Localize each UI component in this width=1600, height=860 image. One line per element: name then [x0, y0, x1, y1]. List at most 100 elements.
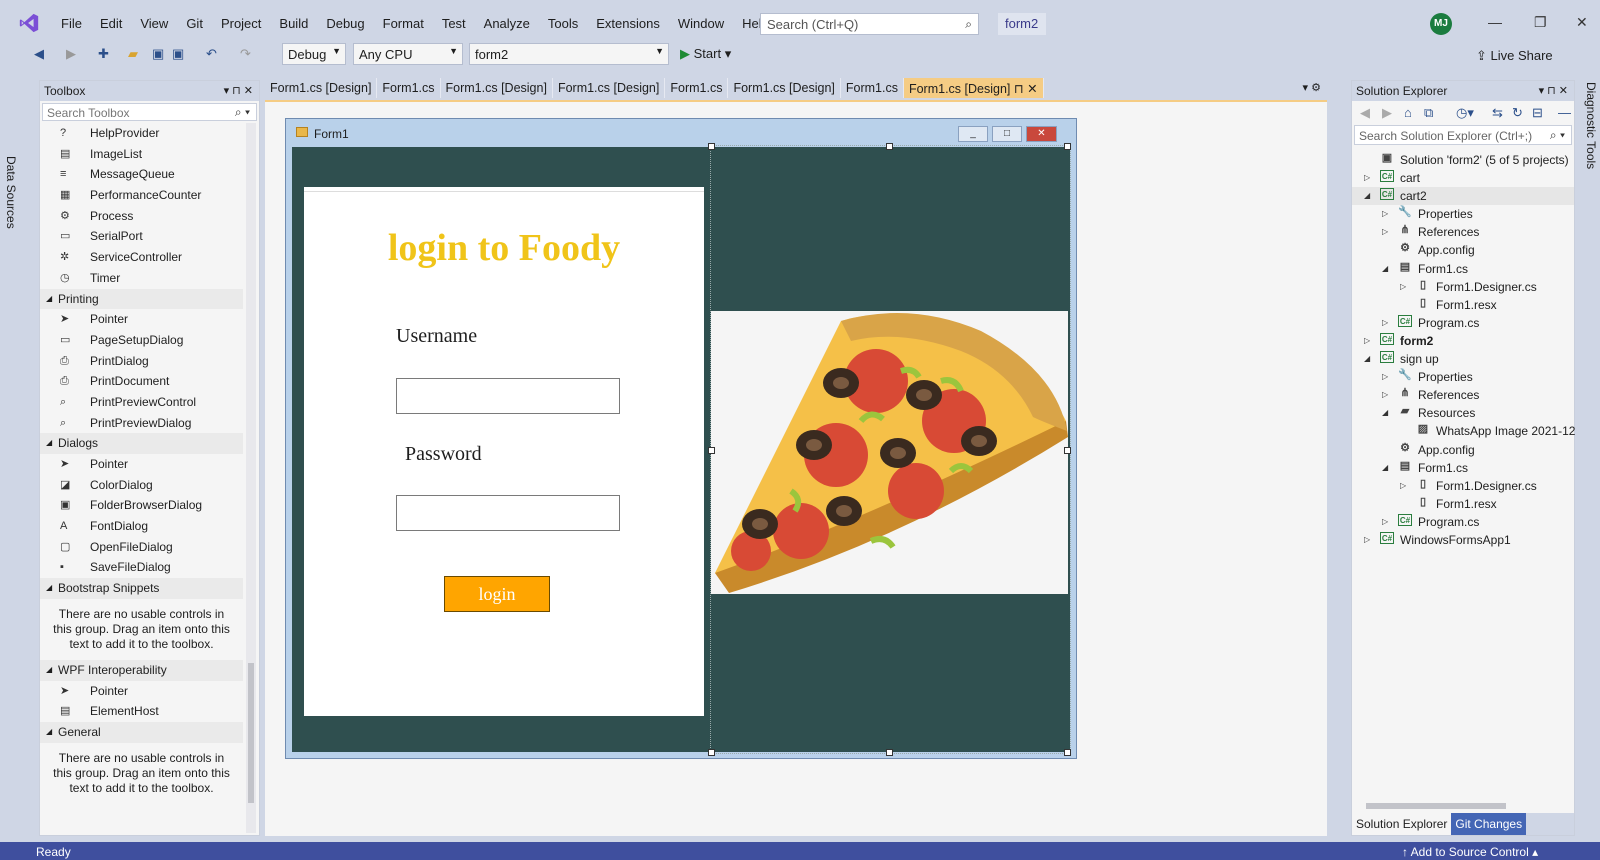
expander-icon[interactable]: ▷	[1382, 314, 1388, 332]
live-share-button[interactable]: ⇪ Live Share	[1476, 48, 1553, 64]
expand-icon[interactable]: ◢	[46, 433, 52, 453]
document-tab[interactable]: Form1.cs [Design]	[265, 78, 378, 98]
toolbox-item[interactable]: ▦ PerformanceCounter	[40, 185, 243, 206]
tree-node[interactable]: ◢ C# sign up	[1352, 350, 1574, 368]
toolbox-item[interactable]: ✲ ServiceController	[40, 247, 243, 268]
expand-icon[interactable]: ◢	[46, 660, 52, 680]
forward-icon[interactable]: ▶	[66, 46, 76, 62]
switch-views-icon[interactable]: ⧉	[1424, 105, 1433, 121]
menu-debug[interactable]: Debug	[317, 16, 373, 31]
tree-node[interactable]: ▨ WhatsApp Image 2021-12	[1352, 422, 1576, 440]
expand-icon[interactable]: ◢	[46, 722, 52, 742]
close-icon[interactable]: ⊓ ✕	[1010, 82, 1038, 96]
menu-file[interactable]: File	[52, 16, 91, 31]
visual-studio-logo-icon[interactable]	[18, 12, 40, 34]
back-icon[interactable]: ◀	[1360, 105, 1370, 121]
toolbox-item[interactable]: ⌕ PrintPreviewDialog	[40, 413, 243, 434]
resize-handle[interactable]	[1064, 143, 1071, 150]
tree-node[interactable]: ▷ C# WindowsFormsApp1	[1352, 531, 1574, 549]
resize-handle[interactable]	[708, 143, 715, 150]
resize-handle[interactable]	[1064, 749, 1071, 756]
toolbox-item[interactable]: ⎙ PrintDocument	[40, 371, 243, 392]
menu-project[interactable]: Project	[212, 16, 270, 31]
menu-git[interactable]: Git	[177, 16, 212, 31]
expander-icon[interactable]: ▷	[1364, 169, 1370, 187]
expander-icon[interactable]: ▷	[1364, 531, 1370, 549]
menu-tools[interactable]: Tools	[539, 16, 587, 31]
menu-analyze[interactable]: Analyze	[475, 16, 539, 31]
toolbox-item[interactable]: ➤ Pointer	[40, 309, 243, 330]
toolbox-item[interactable]: ▢ OpenFileDialog	[40, 537, 243, 558]
username-textbox[interactable]	[396, 378, 620, 414]
avatar[interactable]: MJ	[1430, 13, 1452, 35]
toolbox-group[interactable]: ◢ WPF Interoperability	[40, 659, 243, 681]
toolbox-item[interactable]: ▪ SaveFileDialog	[40, 557, 243, 578]
resize-handle[interactable]	[708, 749, 715, 756]
toolbox-item[interactable]: ▭ PageSetupDialog	[40, 330, 243, 351]
form-window[interactable]: Form1 _ □ ✕ login to Foody Username Pass…	[285, 118, 1077, 759]
toolbox-item[interactable]: A FontDialog	[40, 516, 243, 537]
document-tab[interactable]: Form1.cs [Design]	[728, 78, 841, 98]
platform-select[interactable]: Any CPU ▼	[353, 43, 463, 65]
home-icon[interactable]: ⌂	[1404, 105, 1412, 120]
menu-edit[interactable]: Edit	[91, 16, 131, 31]
menu-test[interactable]: Test	[433, 16, 475, 31]
tree-node[interactable]: ▷ 🔧 Properties	[1352, 205, 1574, 223]
toolbox-item[interactable]: ▤ ElementHost	[40, 701, 243, 722]
login-button[interactable]: login	[444, 576, 550, 612]
save-all-icon[interactable]: ▣	[172, 46, 184, 62]
toolbox-item[interactable]: ▭ SerialPort	[40, 226, 243, 247]
add-to-source-control-button[interactable]: ↑ Add to Source Control ▴	[1402, 845, 1538, 859]
tab-overflow-icon[interactable]: ▾ ⚙	[1303, 81, 1321, 94]
form-close-button[interactable]: ✕	[1026, 126, 1057, 142]
tree-node[interactable]: ⚙ App.config	[1352, 441, 1574, 459]
toolbox-item[interactable]: ◪ ColorDialog	[40, 475, 243, 496]
menu-view[interactable]: View	[131, 16, 177, 31]
data-sources-tab[interactable]: Data Sources	[4, 156, 18, 229]
open-folder-icon[interactable]: ▰	[128, 46, 138, 62]
login-panel[interactable]: login to Foody Username Password login	[304, 187, 704, 716]
start-button[interactable]: ▶ Start ▾	[680, 46, 731, 62]
resize-handle[interactable]	[886, 143, 893, 150]
tree-node[interactable]: ▯ Form1.resx	[1352, 296, 1574, 314]
picture-box[interactable]	[711, 311, 1068, 594]
toolbox-group[interactable]: ◢ Printing	[40, 288, 243, 310]
document-tab[interactable]: Form1.cs	[377, 78, 441, 98]
expand-icon[interactable]: ◢	[46, 289, 52, 309]
toolbox-scrollbar[interactable]	[246, 123, 256, 833]
document-tab[interactable]: Form1.cs	[665, 78, 729, 98]
forward-icon[interactable]: ▶	[1382, 105, 1392, 121]
tab-solution-explorer[interactable]: Solution Explorer	[1352, 813, 1452, 835]
tree-node[interactable]: ▷ ⋔ References	[1352, 386, 1574, 404]
expander-icon[interactable]: ◢	[1364, 350, 1370, 368]
toolbox-item[interactable]: ▣ FolderBrowserDialog	[40, 495, 243, 516]
toolbox-item[interactable]: ➤ Pointer	[40, 454, 243, 475]
tree-node[interactable]: ▷ C# cart	[1352, 169, 1574, 187]
toolbox-search-input[interactable]: Search Toolbox ⌕ ▾	[42, 103, 257, 121]
document-tab[interactable]: Form1.cs [Design]	[552, 78, 666, 98]
toolbox-item[interactable]: ➤ Pointer	[40, 681, 243, 702]
tree-node[interactable]: ◢ ▤ Form1.cs	[1352, 459, 1574, 477]
pending-changes-icon[interactable]: ◷▾	[1456, 105, 1474, 121]
new-project-icon[interactable]: ✚	[98, 46, 109, 62]
toolbox-item[interactable]: ▤ ImageList	[40, 144, 243, 165]
expander-icon[interactable]: ◢	[1382, 459, 1388, 477]
scrollbar-thumb[interactable]	[1366, 803, 1506, 809]
collapse-all-icon[interactable]: ⊟	[1532, 105, 1543, 121]
diagnostic-tools-tab[interactable]: Diagnostic Tools	[1584, 82, 1598, 169]
toolbox-group[interactable]: ◢ Bootstrap Snippets	[40, 578, 243, 599]
tree-node[interactable]: ▷ 🔧 Properties	[1352, 368, 1574, 386]
tree-node[interactable]: ▷ ▯ Form1.Designer.cs	[1352, 278, 1574, 296]
save-icon[interactable]: ▣	[152, 46, 164, 62]
form-maximize-button[interactable]: □	[992, 126, 1022, 142]
horizontal-scrollbar[interactable]	[1356, 801, 1570, 811]
panel-controls-icon[interactable]: ▾ ⊓ ✕	[224, 84, 253, 97]
properties-icon[interactable]: —	[1558, 105, 1571, 120]
tree-node[interactable]: ◢ ▤ Form1.cs	[1352, 260, 1574, 278]
tab-git-changes[interactable]: Git Changes	[1451, 813, 1527, 835]
toolbox-group[interactable]: ◢ Dialogs	[40, 433, 243, 454]
search-input[interactable]: Search (Ctrl+Q) ⌕	[760, 13, 979, 35]
expander-icon[interactable]: ▷	[1382, 386, 1388, 404]
resize-handle[interactable]	[1064, 447, 1071, 454]
document-tab[interactable]: Form1.cs	[840, 78, 904, 98]
